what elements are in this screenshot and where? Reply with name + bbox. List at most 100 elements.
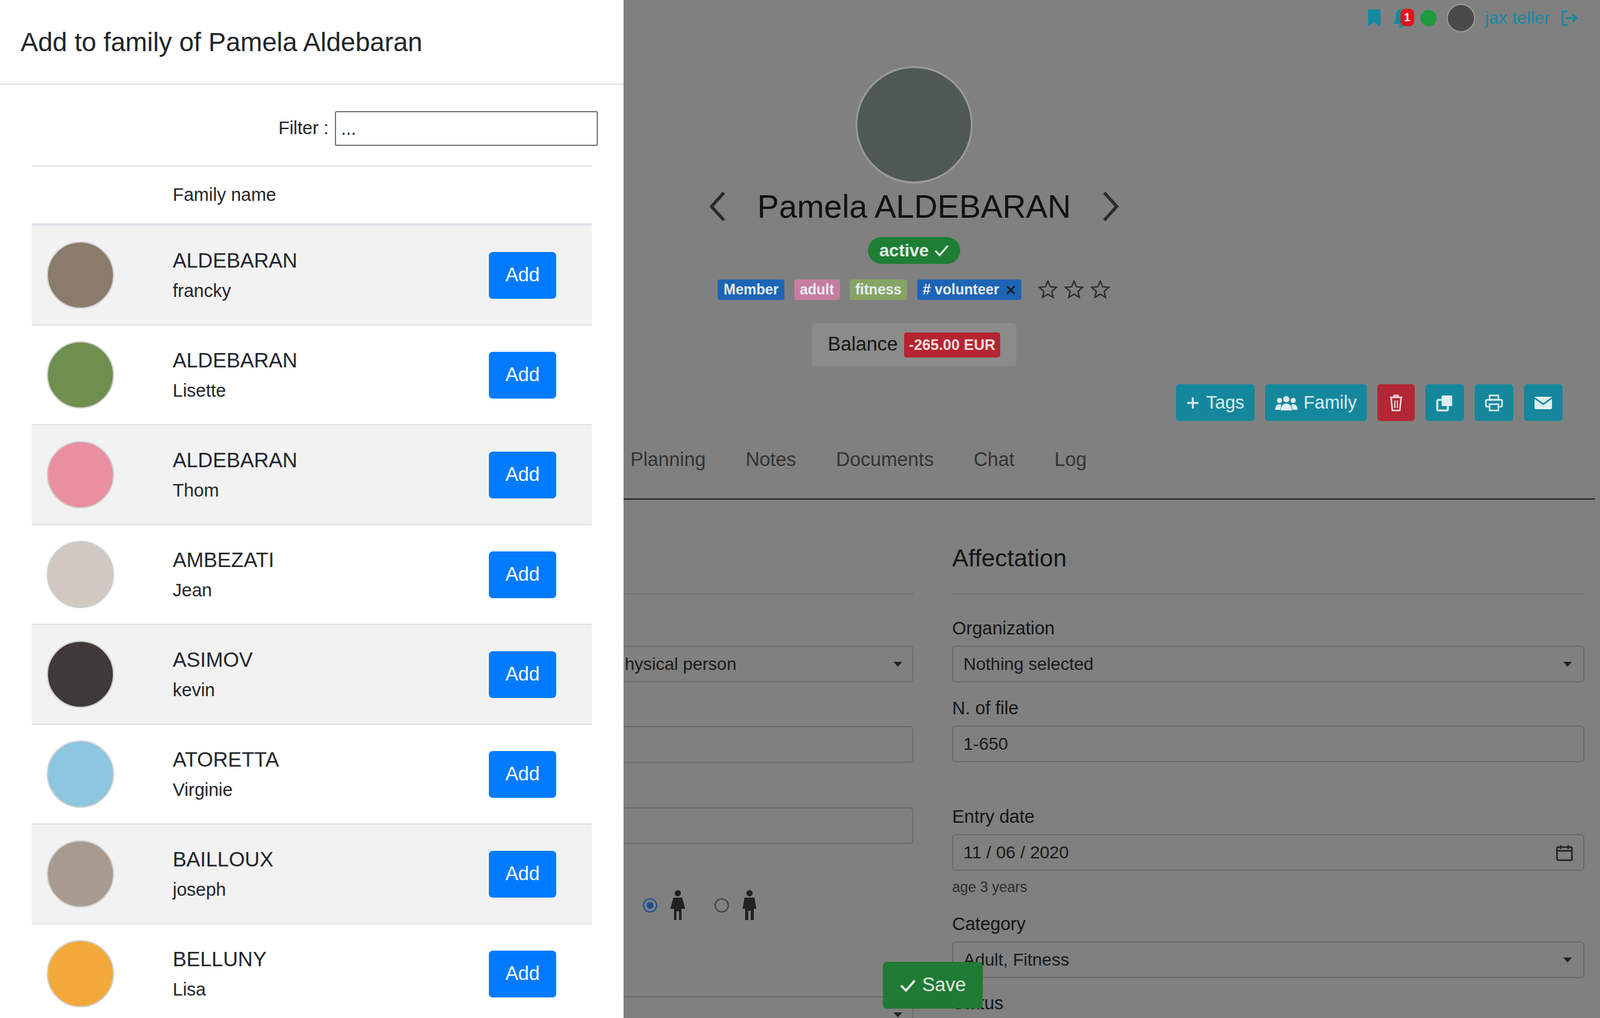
last-name: ALDEBARAN (172, 246, 489, 275)
filter-row: Filter : (31, 110, 598, 146)
bookmark-icon[interactable] (1366, 8, 1382, 28)
member-avatar (46, 341, 115, 409)
member-names: BAILLOUX joseph (172, 845, 489, 902)
tab[interactable]: Notes (745, 430, 797, 499)
last-name: ASIMOV (172, 645, 489, 674)
select-field[interactable] (623, 995, 914, 1018)
delete-button[interactable] (1377, 384, 1415, 421)
add-button[interactable]: Add (488, 551, 557, 598)
user-avatar[interactable] (1446, 3, 1476, 33)
select-field[interactable]: Adult, Fitness (952, 940, 1585, 978)
online-status-dot (1420, 9, 1437, 27)
radio-button[interactable] (714, 897, 729, 913)
filter-label: Filter : (278, 114, 329, 143)
select-field[interactable]: Nothing selected (952, 645, 1585, 683)
star-icon[interactable] (1037, 279, 1059, 300)
first-name: francky (172, 278, 489, 304)
people-icon (1275, 394, 1298, 411)
tags-row: Member adult fitness # volunteer (717, 279, 1110, 300)
form-field: CategoryAdult, Fitness (952, 912, 1585, 978)
family-button[interactable]: Family (1265, 384, 1367, 421)
add-button[interactable]: Add (488, 451, 557, 499)
save-button[interactable]: Save (882, 961, 983, 1009)
first-name: joseph (172, 876, 489, 902)
form-field: Entry date 11 / 06 / 2020 age 3 years (952, 804, 1585, 897)
field-value: 1-650 (963, 730, 1009, 757)
family-table-body: ALDEBARANfranckyAddALDEBARANLisetteAddAL… (31, 224, 592, 1018)
tab[interactable]: Planning (630, 430, 706, 499)
text-field[interactable] (623, 725, 914, 763)
add-button[interactable]: Add (488, 950, 557, 998)
member-names: ALDEBARANLisette (172, 346, 489, 403)
tag: Member (717, 279, 784, 300)
tags-button[interactable]: Tags (1175, 384, 1254, 421)
member-names: ATORETTAVirginie (172, 745, 489, 802)
family-row: BELLUNYLisaAdd (31, 922, 592, 1018)
add-button[interactable]: Add (488, 351, 557, 399)
tab[interactable]: Documents (836, 430, 935, 499)
first-name: Jean (172, 577, 489, 603)
status-label: active (879, 237, 929, 264)
member-page: 1 jax teller Pamela ALDEBARAN active Mem… (623, 0, 1600, 1018)
dropdown-caret-icon (892, 1010, 904, 1018)
save-label: Save (922, 970, 967, 1000)
notifications[interactable]: 1 (1391, 7, 1411, 29)
family-button-label: Family (1303, 389, 1357, 417)
family-row: ALDEBARAN franckyAdd (31, 224, 592, 325)
radio-button[interactable] (642, 897, 658, 913)
field-label: Status (952, 991, 1585, 1014)
filter-input[interactable] (334, 110, 598, 146)
star-icon[interactable] (1063, 279, 1085, 300)
male-person-icon (740, 889, 759, 921)
gender-radio-group (623, 889, 914, 921)
logout-icon[interactable] (1560, 9, 1579, 27)
tag-label: fitness (855, 278, 902, 301)
last-name: AMBEZATI (172, 546, 489, 574)
tag-label: adult (800, 278, 835, 301)
next-chevron-icon[interactable] (1100, 190, 1121, 223)
drawer-body: Filter : Family name ALDEBARANfranckyAdd… (0, 84, 624, 1018)
member-form: hysical person Affectation OrganizationN… (623, 499, 1600, 1018)
user-name[interactable]: jax teller (1485, 4, 1551, 32)
name-row: Pamela ALDEBARAN (707, 187, 1122, 226)
text-field[interactable] (623, 806, 914, 844)
remove-x-icon[interactable] (1005, 284, 1016, 295)
add-button[interactable]: Add (488, 650, 557, 698)
previous-chevron-icon[interactable] (707, 190, 728, 223)
star-icon[interactable] (1089, 279, 1111, 300)
text-field[interactable]: 1-650 (952, 725, 1585, 762)
family-row: ASIMOVkevinAdd (31, 623, 592, 724)
trash-icon (1388, 394, 1404, 412)
first-name: Virginie (172, 776, 489, 802)
add-button[interactable]: Add (488, 251, 557, 299)
add-button[interactable]: Add (488, 750, 557, 798)
form-field: N. of file1-650 (952, 696, 1585, 762)
member-names: ALDEBARANThom (172, 446, 489, 503)
rating[interactable] (1037, 279, 1111, 300)
top-bar: 1 jax teller (623, 0, 1600, 37)
section-divider (623, 499, 914, 595)
tag: fitness (849, 279, 908, 300)
tag: # volunteer (917, 279, 1022, 300)
print-button[interactable] (1474, 384, 1514, 421)
balance-box: Balance -265.00 EUR (811, 322, 1017, 367)
tab[interactable]: Log (1054, 430, 1087, 499)
field-value: hysical person (624, 650, 737, 678)
last-name: BAILLOUX (172, 845, 489, 873)
tab[interactable]: Chat (973, 430, 1014, 499)
field-hint: age 3 years (952, 877, 1585, 897)
status-pill: active (867, 236, 960, 264)
last-name: ALDEBARAN (172, 446, 489, 474)
date-field[interactable]: 11 / 06 / 2020 (952, 833, 1585, 871)
add-button[interactable]: Add (488, 850, 557, 898)
table-header: Family name (31, 165, 592, 225)
email-button[interactable] (1523, 384, 1563, 421)
field-label: Entry date (952, 804, 1585, 828)
balance-badge: -265.00 EUR (904, 332, 1001, 358)
family-row: BAILLOUX josephAdd (31, 823, 592, 923)
duplicate-button[interactable] (1425, 384, 1465, 421)
member-names: ALDEBARAN francky (172, 246, 489, 304)
select-field[interactable]: hysical person (623, 645, 914, 683)
last-name: ATORETTA (172, 745, 489, 774)
app: Add to family of Pamela Aldebaran Filter… (0, 0, 1600, 1018)
